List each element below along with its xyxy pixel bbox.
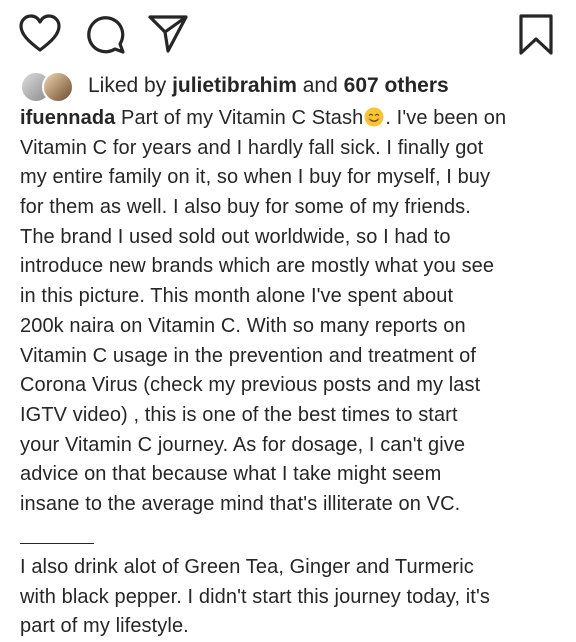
caption-line: IGTV video) , this is one of the best ti… — [20, 403, 458, 426]
caption-line: for them as well. I also buy for some of… — [20, 196, 471, 219]
caption-text: Part of my Vitamin C Stash — [115, 107, 364, 129]
caption-line: part of my lifestyle. — [20, 615, 189, 638]
heart-icon[interactable] — [18, 12, 62, 56]
likes-others-count[interactable]: 607 others — [344, 74, 449, 97]
caption-line: Vitamin C for years and I hardly fall si… — [20, 136, 484, 159]
liker-username[interactable]: julietibrahim — [172, 74, 297, 97]
caption-line: Corona Virus (check my previous posts an… — [20, 374, 481, 397]
bookmark-icon[interactable] — [514, 12, 558, 56]
comment-icon[interactable] — [84, 12, 128, 56]
caption-line: with black pepper. I didn't start this j… — [20, 585, 490, 608]
avatar[interactable] — [42, 71, 74, 103]
post-action-bar — [0, 0, 576, 64]
caption-line: my entire family on it, so when I buy fo… — [20, 166, 491, 189]
caption-line: introduce new brands which are mostly wh… — [20, 255, 495, 278]
likes-middle: and — [296, 74, 344, 97]
post-caption: ifuennada Part of my Vitamin C Stash . I'… — [20, 104, 560, 520]
caption-line: The brand I used sold out worldwide, so … — [20, 225, 451, 248]
caption-line: I also drink alot of Green Tea, Ginger a… — [20, 556, 474, 578]
likes-prefix: Liked by — [88, 74, 173, 97]
caption-text: . I've been on — [385, 107, 507, 129]
post-caption-continued: I also drink alot of Green Tea, Ginger a… — [20, 553, 560, 642]
caption-line: ifuennada Part of my Vitamin C Stash . I'… — [20, 104, 560, 134]
caption-line: in this picture. This month alone I've s… — [20, 285, 454, 308]
caption-line: advice on that because what I take might… — [20, 463, 442, 486]
smiling-face-emoji-icon — [364, 107, 384, 127]
likes-summary: Liked by julietibrahim and 607 others — [20, 70, 449, 103]
liker-avatars — [20, 71, 78, 103]
caption-line: 200k naira on Vitamin C. With so many re… — [20, 314, 466, 337]
caption-username[interactable]: ifuennada — [20, 107, 115, 129]
caption-line: your Vitamin C journey. As for dosage, I… — [20, 433, 466, 456]
caption-divider — [20, 543, 94, 544]
caption-line: Vitamin C usage in the prevention and tr… — [20, 344, 477, 367]
share-icon[interactable] — [146, 12, 190, 56]
caption-line: insane to the average mind that's illite… — [20, 492, 461, 515]
likes-text: Liked by julietibrahim and 607 others — [88, 74, 449, 98]
